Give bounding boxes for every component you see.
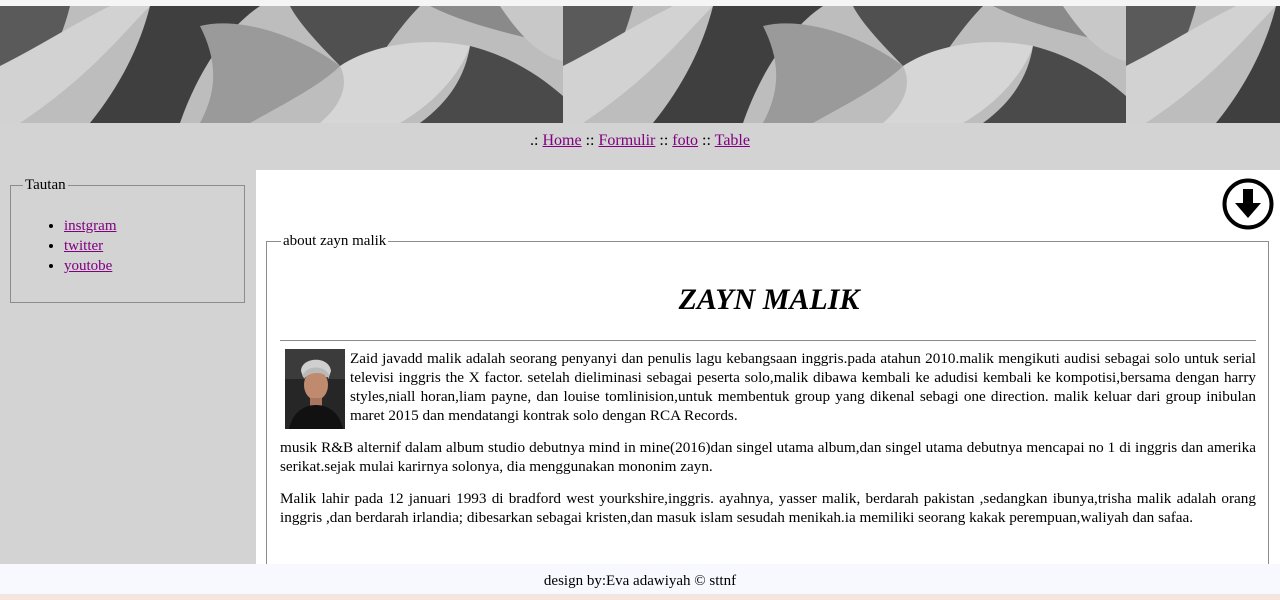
bio-paragraph: Malik lahir pada 12 januari 1993 di brad…: [280, 490, 1256, 526]
list-item: instgram: [64, 216, 244, 236]
link-instagram[interactable]: instgram: [64, 218, 117, 234]
sidebar: Tautan instgram twitter youtobe: [0, 170, 256, 564]
banner-tile: [1126, 6, 1280, 123]
nav-separator: ::: [702, 132, 711, 149]
links-list: instgram twitter youtobe: [11, 216, 244, 276]
nav-separator: ::: [659, 132, 669, 149]
link-twitter[interactable]: twitter: [64, 238, 103, 254]
nav-link-home[interactable]: Home: [542, 132, 581, 149]
nav-link-foto[interactable]: foto: [672, 132, 698, 149]
links-fieldset: Tautan instgram twitter youtobe: [10, 177, 245, 303]
list-item: twitter: [64, 236, 244, 256]
link-youtube[interactable]: youtobe: [64, 258, 112, 274]
profile-photo: [285, 349, 345, 429]
divider: [280, 340, 1256, 341]
footer: design by:Eva adawiyah © sttnf: [0, 564, 1280, 594]
bio-paragraph: musik R&B alternif dalam album studio de…: [280, 439, 1256, 475]
top-navigation: .: Home :: Formulir :: foto :: Table: [0, 123, 1280, 170]
nav-link-table[interactable]: Table: [715, 132, 750, 149]
paragraph-text: Zaid javadd malik adalah seorang penyany…: [350, 350, 1256, 424]
about-legend: about zayn malik: [283, 233, 387, 249]
banner-tile: [563, 6, 1126, 123]
list-item: youtobe: [64, 256, 244, 276]
header-banner: [0, 6, 1280, 123]
links-legend: Tautan: [25, 177, 66, 193]
arrow-down-circle-icon[interactable]: [1222, 178, 1274, 230]
footer-edge: [0, 594, 1280, 600]
banner-tile: [0, 6, 563, 123]
page-title: ZAYN MALIK: [678, 283, 860, 316]
bio-paragraph: Zaid javadd malik adalah seorang penyany…: [280, 349, 1256, 429]
footer-credit: design by:Eva adawiyah © sttnf: [543, 573, 737, 589]
main-content: about zayn malik ZAYN MALIK Zaid javadd …: [256, 170, 1280, 564]
about-fieldset: about zayn malik ZAYN MALIK Zaid javadd …: [266, 233, 1269, 564]
nav-prefix: .:: [530, 132, 539, 149]
nav-separator: ::: [585, 132, 595, 149]
nav-link-formulir[interactable]: Formulir: [598, 132, 655, 149]
